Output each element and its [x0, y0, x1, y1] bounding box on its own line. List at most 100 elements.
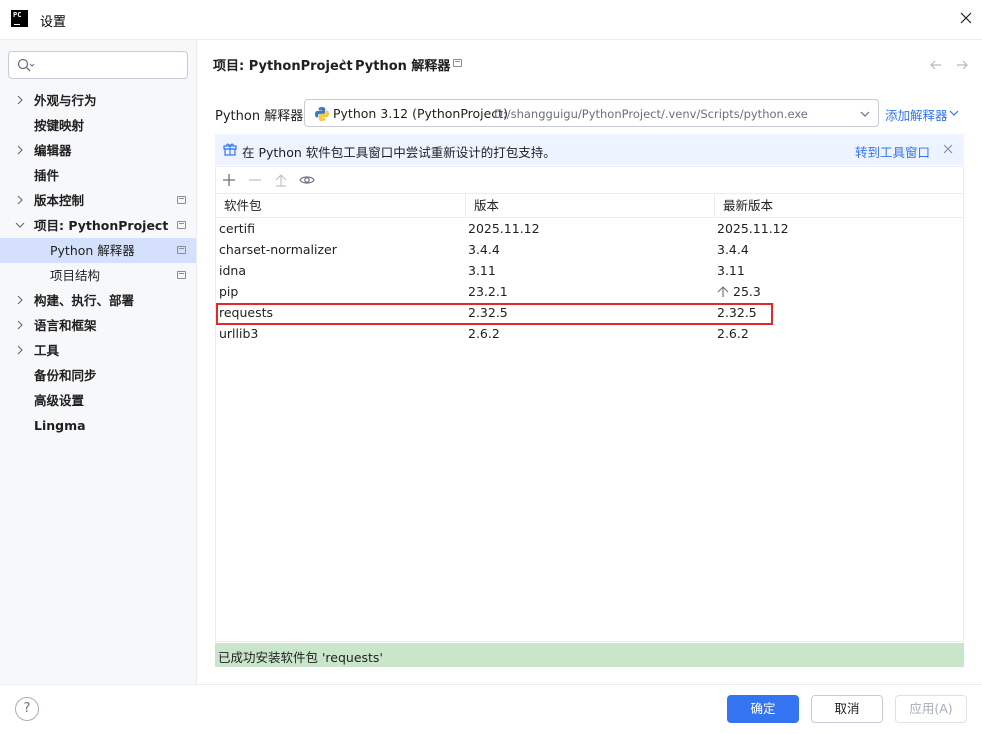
search-input[interactable] [8, 51, 188, 79]
column-header-latest-version[interactable]: 最新版本 [714, 194, 963, 218]
upgrade-icon[interactable] [273, 172, 289, 188]
interpreter-name: Python 3.12 (PythonProject) [333, 106, 508, 121]
sidebar-item[interactable]: 构建、执行、部署 [0, 288, 196, 313]
close-icon[interactable] [958, 10, 974, 26]
forward-arrow-icon[interactable] [954, 57, 970, 73]
interpreter-select[interactable]: Python 3.12 (PythonProject) D:/shangguig… [304, 99, 879, 127]
search-icon [17, 58, 35, 72]
package-name-cell: charset-normalizer [219, 242, 337, 257]
sidebar-item-label: Python 解释器 [50, 243, 135, 258]
add-interpreter-link[interactable]: 添加解释器 [885, 105, 959, 124]
add-interpreter-label: 添加解释器 [885, 108, 948, 123]
ok-button[interactable]: 确定 [727, 695, 799, 723]
version-cell: 2025.11.12 [468, 221, 540, 236]
sidebar-item-label: 版本控制 [34, 193, 85, 208]
sidebar-item-label: 构建、执行、部署 [34, 293, 135, 308]
window-title: 设置 [40, 15, 67, 30]
sidebar-item-label: 插件 [34, 168, 60, 183]
gift-icon [223, 143, 237, 156]
sidebar-item[interactable]: Lingma [0, 413, 196, 438]
sidebar-item[interactable]: 项目: PythonProject [0, 213, 196, 238]
chevron-right-icon[interactable] [15, 95, 25, 105]
version-cell: 3.4.4 [468, 242, 500, 257]
chevron-right-icon[interactable] [15, 295, 25, 305]
eye-icon[interactable] [299, 172, 315, 188]
close-icon[interactable] [943, 144, 953, 154]
sidebar-item[interactable]: 备份和同步 [0, 363, 196, 388]
latest-version-cell: 25.3 [717, 281, 761, 302]
banner-message: 在 Python 软件包工具窗口中尝试重新设计的打包支持。 [242, 145, 556, 160]
breadcrumb-separator: › [341, 55, 347, 70]
sidebar-item-label: 外观与行为 [34, 93, 97, 108]
latest-version-cell: 3.4.4 [717, 242, 749, 257]
version-cell: 23.2.1 [468, 284, 508, 299]
pin-icon [177, 246, 186, 254]
sidebar-item[interactable]: 版本控制 [0, 188, 196, 213]
package-name-cell: urllib3 [219, 326, 259, 341]
info-banner: 在 Python 软件包工具窗口中尝试重新设计的打包支持。 转到工具窗口 [215, 134, 964, 165]
back-arrow-icon[interactable] [928, 57, 944, 73]
chevron-down-icon [860, 111, 870, 117]
title-bar: PC 设置 [0, 0, 982, 40]
table-row[interactable]: charset-normalizer 3.4.4 3.4.4 [216, 239, 963, 260]
chevron-down-icon [949, 110, 959, 116]
table-row[interactable]: idna 3.11 3.11 [216, 260, 963, 281]
sidebar-item[interactable]: 项目结构 [0, 263, 196, 288]
sidebar-item-label: 高级设置 [34, 393, 85, 408]
footer-divider [0, 684, 982, 685]
column-header-version[interactable]: 版本 [465, 194, 715, 218]
status-message: 已成功安装软件包 'requests' [218, 650, 383, 665]
version-cell: 2.6.2 [468, 326, 500, 341]
sidebar-item-label: 项目结构 [50, 268, 101, 283]
latest-version-cell: 2.6.2 [717, 326, 749, 341]
interpreter-path: D:/shangguigu/PythonProject/.venv/Script… [494, 107, 808, 121]
sidebar-item-label: 项目: PythonProject [34, 218, 169, 233]
sidebar-item[interactable]: Python 解释器 [0, 238, 196, 263]
apply-button[interactable]: 应用(A) [895, 695, 967, 723]
cancel-button[interactable]: 取消 [811, 695, 883, 723]
breadcrumb-current: Python 解释器 [355, 59, 451, 74]
settings-nav: 外观与行为按键映射编辑器插件版本控制项目: PythonProject Pytho… [0, 88, 196, 438]
table-row[interactable]: urllib3 2.6.2 2.6.2 [216, 323, 963, 344]
sidebar-item-label: 按键映射 [34, 118, 85, 133]
highlight-box [216, 303, 773, 325]
status-bar: 已成功安装软件包 'requests' [215, 643, 964, 667]
sidebar-item[interactable]: 编辑器 [0, 138, 196, 163]
latest-version-cell: 2025.11.12 [717, 221, 789, 236]
python-icon [315, 107, 329, 121]
breadcrumb-parent[interactable]: 项目: PythonProject [213, 55, 353, 74]
sidebar-item[interactable]: 外观与行为 [0, 88, 196, 113]
package-name-cell: certifi [219, 221, 255, 236]
sidebar-item[interactable]: 插件 [0, 163, 196, 188]
table-row[interactable]: pip 23.2.1 25.3 [216, 281, 963, 302]
chevron-right-icon[interactable] [15, 320, 25, 330]
latest-version-text: 25.3 [733, 284, 761, 299]
packages-table-body: certifi 2025.11.12 2025.11.12 charset-norma… [216, 218, 963, 344]
package-name-cell: idna [219, 263, 246, 278]
latest-version-cell: 3.11 [717, 263, 745, 278]
sidebar-item[interactable]: 工具 [0, 338, 196, 363]
remove-icon[interactable] [247, 172, 263, 188]
chevron-right-icon[interactable] [15, 345, 25, 355]
packages-toolbar [216, 167, 963, 193]
column-header-package[interactable]: 软件包 [216, 194, 466, 218]
add-icon[interactable] [221, 172, 237, 188]
sidebar-item[interactable]: 按键映射 [0, 113, 196, 138]
version-cell: 3.11 [468, 263, 496, 278]
pycharm-logo-icon: PC [11, 10, 28, 27]
sidebar-item[interactable]: 语言和框架 [0, 313, 196, 338]
chevron-right-icon[interactable] [15, 195, 25, 205]
pin-icon [453, 59, 462, 67]
package-name-cell: pip [219, 284, 239, 299]
chevron-down-icon[interactable] [15, 220, 25, 230]
go-to-tool-window-link[interactable]: 转到工具窗口 [855, 142, 930, 161]
help-button[interactable]: ? [15, 697, 39, 721]
pin-icon [177, 221, 186, 229]
settings-sidebar: 外观与行为按键映射编辑器插件版本控制项目: PythonProject Pytho… [0, 40, 197, 684]
chevron-right-icon[interactable] [15, 145, 25, 155]
table-row[interactable]: certifi 2025.11.12 2025.11.12 [216, 218, 963, 239]
sidebar-item-label: Lingma [34, 418, 86, 433]
packages-panel: 软件包 版本 最新版本 certifi 2025.11.12 2025.11.12 c… [215, 166, 964, 642]
sidebar-item-label: 语言和框架 [34, 318, 97, 333]
sidebar-item[interactable]: 高级设置 [0, 388, 196, 413]
